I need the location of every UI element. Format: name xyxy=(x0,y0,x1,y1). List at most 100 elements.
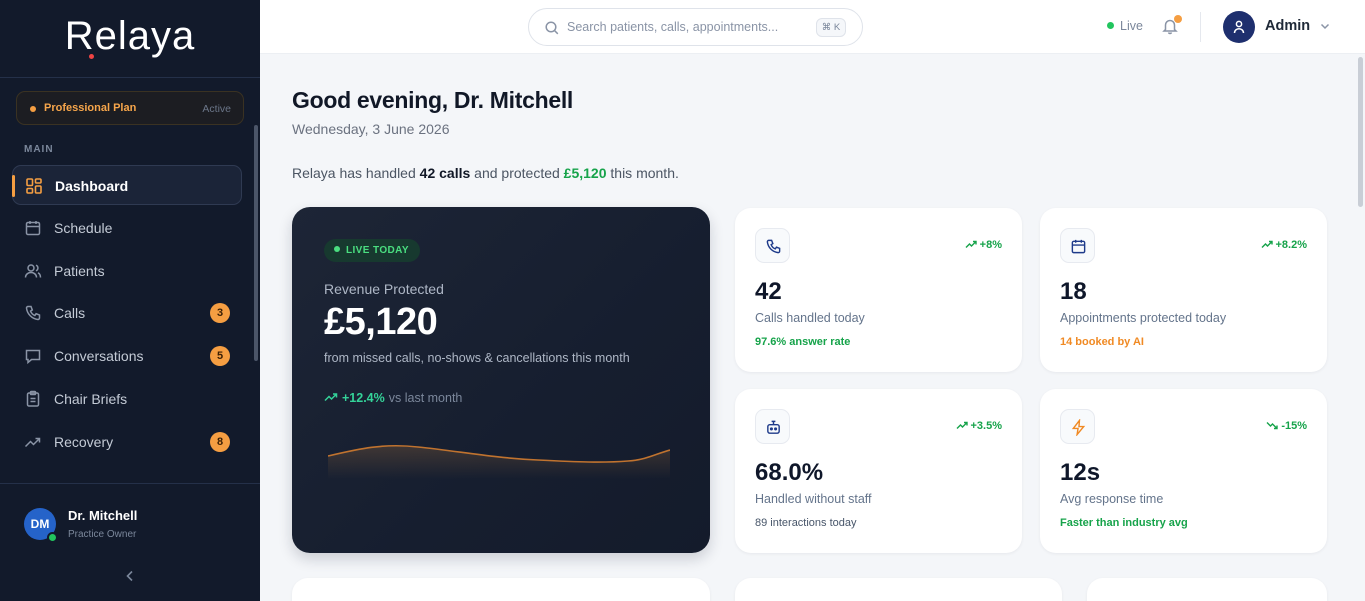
stat-icon-box xyxy=(755,228,790,263)
sidebar-item-label: Chair Briefs xyxy=(54,391,128,407)
plan-badge[interactable]: Professional Plan Active xyxy=(16,91,244,125)
dashboard-icon xyxy=(26,178,42,194)
stat-label: Handled without staff xyxy=(755,492,872,506)
bot-icon xyxy=(767,420,780,434)
stat-value: 42 xyxy=(755,278,782,305)
brand-name: Relaya xyxy=(64,14,196,58)
page-date: Wednesday, 3 June 2026 xyxy=(292,121,450,137)
stat-footnote: 14 booked by AI xyxy=(1060,336,1144,348)
topbar: Search patients, calls, appointments... … xyxy=(260,0,1365,54)
trend-up-icon xyxy=(24,437,41,448)
stat-label: Appointments protected today xyxy=(1060,311,1227,325)
live-today-pill: LIVE TODAY xyxy=(324,239,420,262)
stat-icon-box xyxy=(1060,228,1095,263)
topbar-divider xyxy=(1200,12,1201,42)
stat-label: Calls handled today xyxy=(755,311,865,325)
stat-change-value: +8% xyxy=(979,239,1002,251)
bottom-card xyxy=(1087,578,1327,601)
stat-card-calls[interactable]: +8% 42 Calls handled today 97.6% answer … xyxy=(735,208,1022,372)
sidebar-item-label: Dashboard xyxy=(55,178,129,194)
sidebar-item-label: Calls xyxy=(54,305,86,321)
stat-card-handled-without-staff[interactable]: +3.5% 68.0% Handled without staff 89 int… xyxy=(735,389,1022,553)
trend-down-icon xyxy=(1266,422,1279,430)
stat-icon-box xyxy=(755,409,790,444)
revenue-trend-value: +12.4% xyxy=(342,391,385,405)
phone-icon xyxy=(766,239,781,254)
sidebar-item-schedule[interactable]: Schedule xyxy=(12,208,242,248)
stat-footnote: Faster than industry avg xyxy=(1060,517,1188,529)
stat-icon-box xyxy=(1060,409,1095,444)
revenue-label: Revenue Protected xyxy=(324,281,444,297)
monthly-summary: Relaya has handled 42 calls and protecte… xyxy=(292,165,679,181)
notification-dot xyxy=(1174,15,1182,23)
summary-mid: and protected xyxy=(470,165,564,181)
trend-up-icon xyxy=(1261,240,1273,248)
revenue-trend-label: vs last month xyxy=(388,391,463,405)
clipboard-icon xyxy=(26,390,40,407)
sidebar-divider xyxy=(0,77,260,78)
stat-value: 18 xyxy=(1060,278,1087,305)
search-placeholder: Search patients, calls, appointments... xyxy=(567,20,779,34)
stat-change: +8% xyxy=(965,239,1002,251)
stat-change: +3.5% xyxy=(956,420,1003,432)
stat-change: +8.2% xyxy=(1261,239,1308,251)
users-icon xyxy=(24,264,42,278)
logo-dot xyxy=(89,54,94,59)
sidebar-item-recovery[interactable]: Recovery 8 xyxy=(12,422,242,462)
stat-label: Avg response time xyxy=(1060,492,1164,506)
lightning-icon xyxy=(1071,419,1086,436)
sidebar-item-chair-briefs[interactable]: Chair Briefs xyxy=(12,379,242,419)
bottom-card xyxy=(292,578,710,601)
live-status: Live xyxy=(1107,19,1143,33)
revenue-trend: +12.4% vs last month xyxy=(324,391,462,405)
sidebar-item-conversations[interactable]: Conversations 5 xyxy=(12,336,242,376)
conversations-count-badge: 5 xyxy=(210,346,230,366)
collapse-sidebar-icon[interactable] xyxy=(122,568,138,584)
recovery-count-badge: 8 xyxy=(210,432,230,452)
plan-status: Active xyxy=(202,103,231,115)
main-scrollbar[interactable] xyxy=(1358,57,1363,207)
live-today-label: LIVE TODAY xyxy=(346,245,409,256)
calendar-icon xyxy=(25,221,41,236)
admin-name[interactable]: Admin xyxy=(1265,18,1310,34)
revenue-value: £5,120 xyxy=(324,301,438,343)
stat-footnote: 89 interactions today xyxy=(755,517,857,529)
stat-card-appointments[interactable]: +8.2% 18 Appointments protected today 14… xyxy=(1040,208,1327,372)
summary-prefix: Relaya has handled xyxy=(292,165,420,181)
user-icon xyxy=(1233,20,1245,34)
message-icon xyxy=(25,349,41,365)
live-dot xyxy=(1107,22,1114,29)
search-input[interactable]: Search patients, calls, appointments... … xyxy=(528,8,863,46)
page-greeting: Good evening, Dr. Mitchell xyxy=(292,87,574,113)
stat-change-value: +8.2% xyxy=(1275,239,1308,251)
bottom-card xyxy=(735,578,1062,601)
brand-logo[interactable]: Relaya xyxy=(0,14,260,59)
calendar-icon xyxy=(1071,239,1086,254)
sidebar-item-label: Schedule xyxy=(54,220,113,236)
stat-card-response-time[interactable]: -15% 12s Avg response time Faster than i… xyxy=(1040,389,1327,553)
trend-up-icon xyxy=(324,393,338,402)
live-label: Live xyxy=(1120,19,1143,33)
summary-amount: £5,120 xyxy=(563,165,607,181)
revenue-protected-card[interactable]: LIVE TODAY Revenue Protected £5,120 from… xyxy=(292,207,710,553)
summary-calls: 42 calls xyxy=(419,165,471,181)
sidebar-item-patients[interactable]: Patients xyxy=(12,251,242,291)
admin-avatar[interactable] xyxy=(1223,11,1255,43)
phone-icon xyxy=(25,305,41,321)
sidebar-user-panel[interactable]: DM Dr. Mitchell Practice Owner xyxy=(0,484,260,601)
stat-change: -15% xyxy=(1266,420,1307,432)
stat-footnote: 97.6% answer rate xyxy=(755,336,851,348)
chevron-down-icon[interactable] xyxy=(1318,19,1332,33)
search-shortcut-hint: ⌘ K xyxy=(816,18,846,37)
revenue-subtitle: from missed calls, no-shows & cancellati… xyxy=(324,351,630,365)
sidebar-item-label: Conversations xyxy=(54,348,144,364)
user-role: Practice Owner xyxy=(68,529,137,540)
sidebar-item-dashboard[interactable]: Dashboard xyxy=(12,165,242,205)
sidebar-item-label: Patients xyxy=(54,263,105,279)
plan-dot xyxy=(30,106,36,112)
stat-value: 68.0% xyxy=(755,459,824,486)
sidebar-scrollbar[interactable] xyxy=(254,125,258,361)
stat-change-value: +3.5% xyxy=(970,420,1003,432)
sidebar-item-label: Recovery xyxy=(54,434,114,450)
sidebar-item-calls[interactable]: Calls 3 xyxy=(12,293,242,333)
